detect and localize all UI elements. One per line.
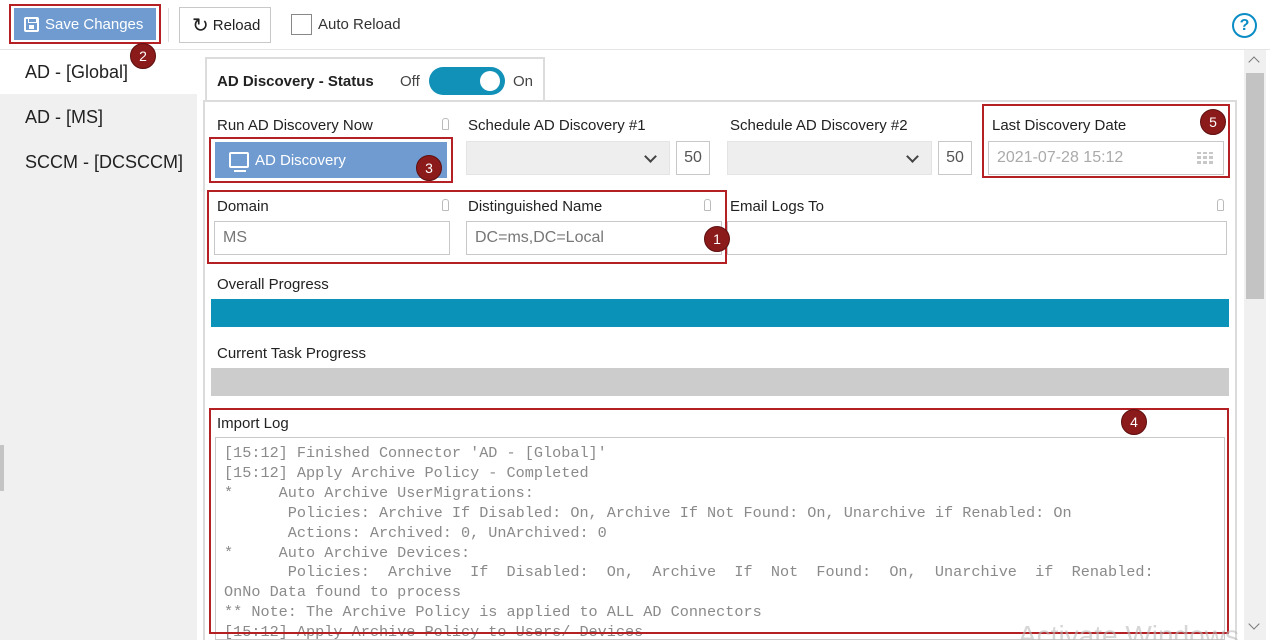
reload-label: Reload xyxy=(212,16,261,34)
scroll-down-icon[interactable] xyxy=(1248,618,1260,630)
toolbar-divider xyxy=(168,8,169,42)
chevron-down-icon xyxy=(644,150,657,163)
import-log-content: [15:12] Finished Connector 'AD - [Global… xyxy=(224,444,1154,640)
log-line: OnNo Data found to process xyxy=(224,583,461,602)
sidebar-item-label: AD - [MS] xyxy=(25,106,104,127)
domain-field[interactable]: MS xyxy=(214,221,450,255)
tab-ad-discovery-status: AD Discovery - Status Off On xyxy=(205,57,545,101)
app-window: Save Changes ↻ Reload Auto Reload ? 2 AD… xyxy=(0,0,1270,640)
last-discovery-label: Last Discovery Date xyxy=(992,117,1127,134)
log-line: [15:12] Apply Archive Policy - Completed xyxy=(224,463,589,482)
ad-discovery-button-label: AD Discovery xyxy=(255,151,346,169)
schedule2-label: Schedule AD Discovery #2 xyxy=(730,117,908,134)
lock-icon xyxy=(1217,199,1224,211)
distinguished-name-value: DC=ms,DC=Local xyxy=(475,229,604,246)
sidebar-item-ad-ms[interactable]: AD - [MS] xyxy=(0,95,197,139)
reload-icon: ↻ xyxy=(192,13,209,37)
import-log-label: Import Log xyxy=(217,415,289,432)
sidebar-item-sccm-dcsccm[interactable]: SCCM - [DCSCCM] xyxy=(0,140,197,184)
toggle-on-label: On xyxy=(513,73,534,90)
log-line: * Auto Archive Devices: xyxy=(224,543,471,562)
auto-reload-toggle[interactable]: Auto Reload xyxy=(291,14,401,35)
distinguished-name-label: Distinguished Name xyxy=(468,198,603,215)
ad-discovery-button[interactable]: AD Discovery xyxy=(215,142,447,178)
domain-label: Domain xyxy=(217,198,269,215)
chevron-down-icon xyxy=(906,150,919,163)
log-line: [15:12] Finished Connector 'AD - [Global… xyxy=(224,444,607,462)
email-logs-label: Email Logs To xyxy=(730,198,824,215)
last-discovery-date-field: 2021-07-28 15:12 xyxy=(988,141,1224,175)
run-discovery-label: Run AD Discovery Now xyxy=(217,117,373,134)
annotation-badge-5: 5 xyxy=(1200,109,1226,135)
discovery-status-toggle[interactable] xyxy=(429,67,505,95)
overall-progress-fill xyxy=(211,299,1229,327)
vertical-scrollbar[interactable] xyxy=(1244,50,1266,640)
calendar-icon xyxy=(1197,152,1213,166)
distinguished-name-field[interactable]: DC=ms,DC=Local xyxy=(466,221,722,255)
schedule2-number[interactable]: 50 xyxy=(938,141,972,175)
sidebar: AD - [Global] AD - [MS] SCCM - [DCSCCM] xyxy=(0,50,197,640)
lock-icon xyxy=(442,118,449,130)
scroll-up-icon[interactable] xyxy=(1248,56,1260,68)
lock-icon xyxy=(442,199,449,211)
log-line: Policies: Archive If Disabled: On, Archi… xyxy=(224,563,1154,582)
toggle-off-label: Off xyxy=(400,73,420,90)
sidebar-item-label: SCCM - [DCSCCM] xyxy=(25,151,183,172)
auto-reload-checkbox[interactable] xyxy=(291,14,312,35)
last-discovery-value: 2021-07-28 15:12 xyxy=(997,149,1124,166)
help-symbol: ? xyxy=(1239,16,1250,34)
ad-discovery-icon xyxy=(229,152,249,172)
sidebar-item-ad-global[interactable]: AD - [Global] xyxy=(0,50,197,94)
annotation-badge-1: 1 xyxy=(704,226,730,252)
annotation-badge-2: 2 xyxy=(130,43,156,69)
reload-button[interactable]: ↻ Reload xyxy=(179,7,271,43)
help-icon[interactable]: ? xyxy=(1232,13,1257,38)
schedule1-label: Schedule AD Discovery #1 xyxy=(468,117,646,134)
schedule1-select[interactable] xyxy=(466,141,670,175)
auto-reload-label: Auto Reload xyxy=(318,16,401,33)
highlight-frame-save xyxy=(9,4,161,44)
log-line: ** Note: The Archive Policy is applied t… xyxy=(224,603,762,622)
current-task-progress-bar xyxy=(211,368,1229,396)
sidebar-item-label: AD - [Global] xyxy=(25,61,129,82)
schedule2-select[interactable] xyxy=(727,141,932,175)
toolbar: Save Changes ↻ Reload Auto Reload ? xyxy=(0,0,1270,50)
annotation-badge-4: 4 xyxy=(1121,409,1147,435)
import-log-textarea[interactable]: [15:12] Finished Connector 'AD - [Global… xyxy=(215,437,1225,640)
scrollbar-thumb[interactable] xyxy=(1246,73,1264,299)
status-tab-title: AD Discovery - Status xyxy=(217,73,374,90)
email-logs-field[interactable] xyxy=(727,221,1227,255)
log-line: Policies: Archive If Disabled: On, Archi… xyxy=(224,503,1072,522)
lock-icon xyxy=(704,199,711,211)
log-line: * Auto Archive UserMigrations: xyxy=(224,483,534,502)
sidebar-splitter[interactable] xyxy=(0,445,4,491)
domain-value: MS xyxy=(223,229,247,246)
overall-progress-bar xyxy=(211,299,1229,327)
current-task-progress-label: Current Task Progress xyxy=(217,345,366,362)
toggle-knob xyxy=(480,71,500,91)
log-line: Actions: Archived: 0, UnArchived: 0 xyxy=(224,523,607,542)
overall-progress-label: Overall Progress xyxy=(217,276,329,293)
schedule1-number[interactable]: 50 xyxy=(676,141,710,175)
activation-watermark: Activate Windows xyxy=(1018,620,1239,640)
annotation-badge-3: 3 xyxy=(416,155,442,181)
log-line: [15:12] Apply Archive Policy to Users/ D… xyxy=(224,623,644,640)
